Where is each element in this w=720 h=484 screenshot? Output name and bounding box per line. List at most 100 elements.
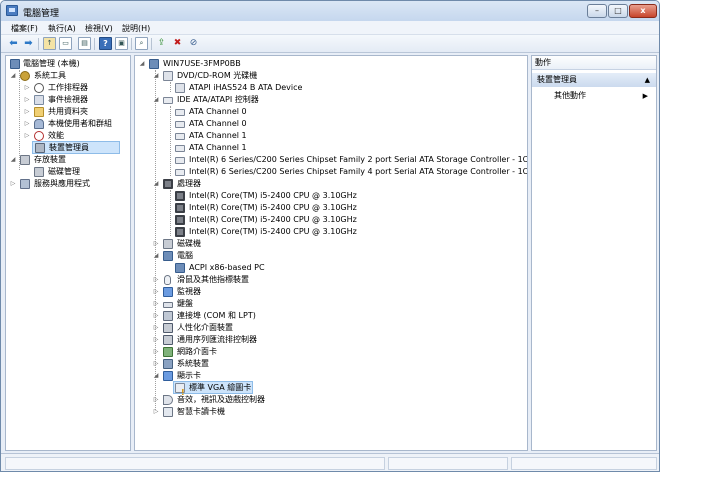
status-bar: [1, 453, 659, 471]
tree-item-services[interactable]: ▷ 服務與應用程式: [10, 178, 128, 190]
toolbar-separator: [151, 38, 152, 50]
performance-icon: [34, 131, 44, 141]
scan-hardware-icon[interactable]: ⌕: [135, 37, 148, 50]
collapse-caret-icon[interactable]: ▲: [645, 73, 650, 87]
storage-icon: [20, 155, 30, 165]
device-item-vga[interactable]: 標準 VGA 繪圖卡: [173, 381, 253, 399]
tree-item-storage[interactable]: ◢ 存放裝置: [10, 154, 128, 166]
services-icon: [20, 179, 30, 189]
tree-label: ACPI x86-based PC: [189, 263, 265, 272]
tree-label: 工作排程器: [48, 83, 88, 92]
export-icon[interactable]: ▤: [78, 37, 91, 50]
menu-action[interactable]: 執行(A): [48, 23, 76, 34]
ide-channel-icon: [175, 133, 185, 140]
minimize-button[interactable]: –: [587, 4, 607, 18]
expand-arrow-icon[interactable]: ▷: [153, 322, 159, 334]
tree-item-task-scheduler[interactable]: ▷ 工作排程器: [24, 82, 128, 94]
port-icon: [163, 311, 173, 321]
system-device-icon: [163, 359, 173, 369]
show-hide-tree-icon[interactable]: ▭: [59, 37, 72, 50]
tree-item-root[interactable]: 電腦管理 (本機): [8, 58, 128, 70]
menu-file[interactable]: 檔案(F): [11, 23, 38, 34]
tree-item-event-viewer[interactable]: ▷ 事件檢視器: [24, 94, 128, 106]
back-icon[interactable]: ⬅: [7, 37, 20, 50]
expand-arrow-icon[interactable]: ▷: [153, 394, 159, 406]
menu-help[interactable]: 說明(H): [122, 23, 150, 34]
expand-arrow-icon[interactable]: ▷: [153, 346, 159, 358]
status-segment: [5, 457, 385, 470]
forward-icon[interactable]: ➡: [22, 37, 35, 50]
menu-view[interactable]: 檢視(V): [85, 23, 113, 34]
computer-management-icon: [6, 5, 18, 16]
tree-label: 磁碟管理: [48, 167, 80, 176]
up-icon[interactable]: ↑: [43, 37, 56, 50]
tree-label: ATA Channel 0: [189, 107, 247, 116]
properties-icon[interactable]: ▣: [115, 37, 128, 50]
expand-arrow-icon[interactable]: ▷: [153, 238, 159, 250]
close-button[interactable]: x: [629, 4, 657, 18]
expand-arrow-icon[interactable]: ▷: [24, 94, 30, 106]
collapse-arrow-icon[interactable]: ◢: [153, 370, 159, 382]
tree-label: 事件檢視器: [48, 95, 88, 104]
tree-label: Intel(R) Core(TM) i5-2400 CPU @ 3.10GHz: [189, 191, 357, 200]
submenu-arrow-icon[interactable]: ▶: [643, 90, 648, 102]
maximize-button[interactable]: □: [608, 4, 628, 18]
expand-arrow-icon[interactable]: ▷: [10, 178, 16, 190]
sata-controller-icon: [175, 157, 185, 164]
status-segment: [388, 457, 508, 470]
expand-arrow-icon[interactable]: ▷: [24, 130, 30, 142]
window-title: 電腦管理: [23, 9, 60, 19]
collapse-arrow-icon[interactable]: ◢: [153, 94, 159, 106]
title-bar[interactable]: 電腦管理 – □ x: [1, 1, 659, 21]
tree-label: ATA Channel 0: [189, 119, 247, 128]
expand-arrow-icon[interactable]: ▷: [153, 274, 159, 286]
collapse-arrow-icon[interactable]: ◢: [153, 178, 159, 190]
tree-label: 人性化介面裝置: [177, 323, 233, 332]
expand-arrow-icon[interactable]: ▷: [153, 310, 159, 322]
tree-label: Intel(R) 6 Series/C200 Series Chipset Fa…: [189, 167, 528, 176]
expand-arrow-icon[interactable]: ▷: [153, 358, 159, 370]
expand-arrow-icon[interactable]: ▷: [24, 118, 30, 130]
disable-icon[interactable]: ⊘: [187, 37, 200, 50]
tree-label: 鍵盤: [177, 299, 193, 308]
expand-arrow-icon[interactable]: ▷: [153, 334, 159, 346]
collapse-arrow-icon[interactable]: ◢: [10, 154, 16, 166]
tree-item-device-manager[interactable]: 裝置管理員: [32, 141, 120, 154]
collapse-arrow-icon[interactable]: ◢: [10, 70, 16, 82]
expand-arrow-icon[interactable]: ▷: [153, 406, 159, 418]
event-log-icon: [34, 95, 44, 105]
more-actions-link[interactable]: 其他動作: [554, 90, 586, 102]
tree-label: 音效，視訊及遊戲控制器: [177, 395, 265, 404]
tree-item-shared-folders[interactable]: ▷ 共用資料夾: [24, 106, 128, 118]
tree-item-local-users[interactable]: ▷ 本機使用者和群組: [24, 118, 128, 130]
ide-channel-icon: [175, 109, 185, 116]
expand-arrow-icon[interactable]: ▷: [153, 286, 159, 298]
expand-arrow-icon[interactable]: ▷: [24, 106, 30, 118]
tree-item-system-tools[interactable]: ◢ 系統工具: [10, 70, 128, 82]
collapse-arrow-icon[interactable]: ◢: [153, 250, 159, 262]
expand-arrow-icon[interactable]: ▷: [24, 82, 30, 94]
collapse-arrow-icon[interactable]: ◢: [153, 70, 159, 82]
tree-label: 存放裝置: [34, 155, 66, 164]
tree-label: 本機使用者和群組: [48, 119, 112, 128]
actions-section-device-manager[interactable]: 裝置管理員 ▲: [532, 73, 656, 87]
tree-label: 磁碟機: [177, 239, 201, 248]
speaker-icon: [163, 395, 173, 405]
tree-label: Intel(R) Core(TM) i5-2400 CPU @ 3.10GHz: [189, 203, 357, 212]
processor-icon: [175, 215, 185, 225]
disk-management-icon: [34, 167, 44, 177]
tree-label: DVD/CD-ROM 光碟機: [177, 71, 258, 80]
tree-label: ATA Channel 1: [189, 131, 247, 140]
tree-item-disk-management[interactable]: 磁碟管理: [24, 166, 128, 178]
processor-icon: [175, 203, 185, 213]
clock-icon: [34, 83, 44, 93]
toolbar: ⬅ ➡ ↑ ▭ ▤ ? ▣ ⌕ ⇪ ✖ ⊘: [1, 35, 659, 53]
collapse-arrow-icon[interactable]: ◢: [139, 58, 145, 70]
uninstall-icon[interactable]: ✖: [171, 37, 184, 50]
disk-drive-icon: [163, 239, 173, 249]
expand-arrow-icon[interactable]: ▷: [153, 298, 159, 310]
update-driver-icon[interactable]: ⇪: [155, 37, 168, 50]
status-segment: [511, 457, 657, 470]
help-icon[interactable]: ?: [99, 37, 112, 50]
toolbar-separator: [94, 38, 95, 50]
